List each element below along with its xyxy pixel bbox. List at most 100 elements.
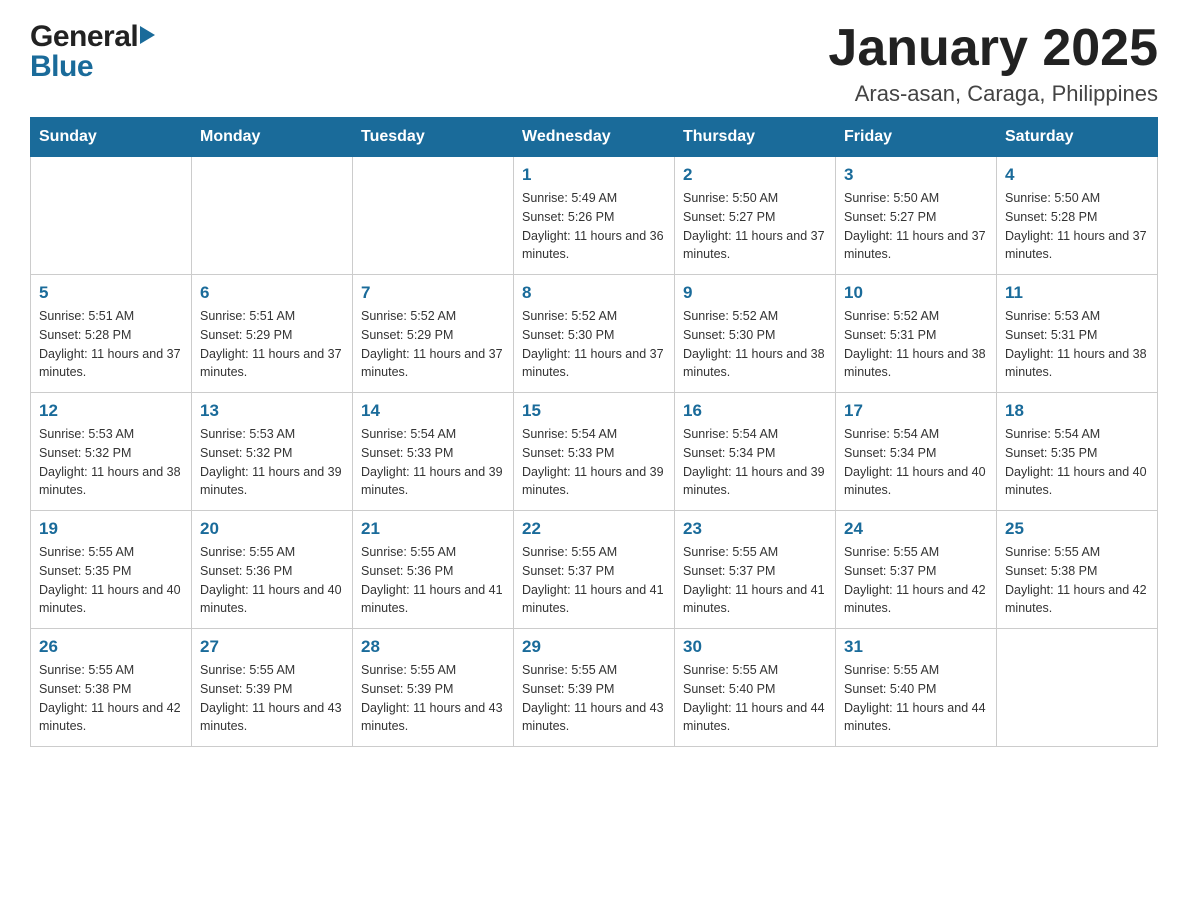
day-number: 4 [1005,165,1149,185]
day-info: Sunrise: 5:51 AM Sunset: 5:28 PM Dayligh… [39,307,183,382]
day-number: 27 [200,637,344,657]
day-info: Sunrise: 5:55 AM Sunset: 5:39 PM Dayligh… [361,661,505,736]
day-info: Sunrise: 5:52 AM Sunset: 5:31 PM Dayligh… [844,307,988,382]
calendar-cell: 25 Sunrise: 5:55 AM Sunset: 5:38 PM Dayli… [997,511,1158,629]
day-info: Sunrise: 5:55 AM Sunset: 5:38 PM Dayligh… [39,661,183,736]
day-number: 11 [1005,283,1149,303]
day-number: 16 [683,401,827,421]
day-header-monday: Monday [192,118,353,157]
calendar-title: January 2025 [828,20,1158,77]
day-info: Sunrise: 5:55 AM Sunset: 5:37 PM Dayligh… [844,543,988,618]
day-info: Sunrise: 5:54 AM Sunset: 5:34 PM Dayligh… [844,425,988,500]
day-info: Sunrise: 5:54 AM Sunset: 5:33 PM Dayligh… [522,425,666,500]
day-number: 6 [200,283,344,303]
logo: General Blue [30,20,155,84]
calendar-cell: 11 Sunrise: 5:53 AM Sunset: 5:31 PM Dayli… [997,275,1158,393]
day-number: 8 [522,283,666,303]
calendar-cell: 12 Sunrise: 5:53 AM Sunset: 5:32 PM Dayli… [31,393,192,511]
day-number: 26 [39,637,183,657]
calendar-cell: 14 Sunrise: 5:54 AM Sunset: 5:33 PM Dayli… [353,393,514,511]
calendar-cell: 16Sunrise: 5:54 AM Sunset: 5:34 PM Dayli… [675,393,836,511]
calendar-cell: 2Sunrise: 5:50 AM Sunset: 5:27 PM Daylig… [675,157,836,275]
calendar-cell: 27 Sunrise: 5:55 AM Sunset: 5:39 PM Dayli… [192,629,353,747]
calendar-cell: 6Sunrise: 5:51 AM Sunset: 5:29 PM Daylig… [192,275,353,393]
calendar-cell: 23 Sunrise: 5:55 AM Sunset: 5:37 PM Dayli… [675,511,836,629]
calendar-week-row: 19 Sunrise: 5:55 AM Sunset: 5:35 PM Dayli… [31,511,1158,629]
calendar-cell [997,629,1158,747]
day-header-sunday: Sunday [31,118,192,157]
day-info: Sunrise: 5:53 AM Sunset: 5:31 PM Dayligh… [1005,307,1149,382]
calendar-week-row: 5Sunrise: 5:51 AM Sunset: 5:28 PM Daylig… [31,275,1158,393]
day-info: Sunrise: 5:55 AM Sunset: 5:36 PM Dayligh… [200,543,344,618]
day-number: 24 [844,519,988,539]
day-info: Sunrise: 5:49 AM Sunset: 5:26 PM Dayligh… [522,189,666,264]
title-section: January 2025 Aras-asan, Caraga, Philippi… [828,20,1158,107]
calendar-cell: 30 Sunrise: 5:55 AM Sunset: 5:40 PM Dayli… [675,629,836,747]
calendar-cell: 5Sunrise: 5:51 AM Sunset: 5:28 PM Daylig… [31,275,192,393]
logo-general-text: General [30,20,138,54]
day-info: Sunrise: 5:55 AM Sunset: 5:39 PM Dayligh… [200,661,344,736]
day-info: Sunrise: 5:55 AM Sunset: 5:37 PM Dayligh… [683,543,827,618]
calendar-cell: 4 Sunrise: 5:50 AM Sunset: 5:28 PM Daylig… [997,157,1158,275]
day-number: 17 [844,401,988,421]
day-header-wednesday: Wednesday [514,118,675,157]
day-number: 28 [361,637,505,657]
calendar-cell: 15 Sunrise: 5:54 AM Sunset: 5:33 PM Dayli… [514,393,675,511]
day-info: Sunrise: 5:55 AM Sunset: 5:39 PM Dayligh… [522,661,666,736]
day-info: Sunrise: 5:55 AM Sunset: 5:38 PM Dayligh… [1005,543,1149,618]
calendar-subtitle: Aras-asan, Caraga, Philippines [828,81,1158,107]
day-number: 13 [200,401,344,421]
day-number: 18 [1005,401,1149,421]
calendar-cell: 19 Sunrise: 5:55 AM Sunset: 5:35 PM Dayli… [31,511,192,629]
calendar-cell: 8 Sunrise: 5:52 AM Sunset: 5:30 PM Daylig… [514,275,675,393]
calendar-cell: 13Sunrise: 5:53 AM Sunset: 5:32 PM Dayli… [192,393,353,511]
day-info: Sunrise: 5:53 AM Sunset: 5:32 PM Dayligh… [39,425,183,500]
calendar-cell: 20 Sunrise: 5:55 AM Sunset: 5:36 PM Dayli… [192,511,353,629]
day-info: Sunrise: 5:55 AM Sunset: 5:37 PM Dayligh… [522,543,666,618]
day-info: Sunrise: 5:52 AM Sunset: 5:30 PM Dayligh… [522,307,666,382]
day-number: 14 [361,401,505,421]
calendar-cell: 24 Sunrise: 5:55 AM Sunset: 5:37 PM Dayli… [836,511,997,629]
day-number: 20 [200,519,344,539]
day-info: Sunrise: 5:50 AM Sunset: 5:27 PM Dayligh… [844,189,988,264]
day-number: 2 [683,165,827,185]
day-number: 21 [361,519,505,539]
day-number: 23 [683,519,827,539]
day-info: Sunrise: 5:54 AM Sunset: 5:33 PM Dayligh… [361,425,505,500]
day-info: Sunrise: 5:50 AM Sunset: 5:28 PM Dayligh… [1005,189,1149,264]
day-number: 10 [844,283,988,303]
calendar-week-row: 26 Sunrise: 5:55 AM Sunset: 5:38 PM Dayli… [31,629,1158,747]
day-number: 1 [522,165,666,185]
calendar-cell: 22Sunrise: 5:55 AM Sunset: 5:37 PM Dayli… [514,511,675,629]
day-header-friday: Friday [836,118,997,157]
day-number: 29 [522,637,666,657]
day-number: 3 [844,165,988,185]
day-info: Sunrise: 5:55 AM Sunset: 5:40 PM Dayligh… [844,661,988,736]
day-number: 15 [522,401,666,421]
day-number: 12 [39,401,183,421]
day-info: Sunrise: 5:55 AM Sunset: 5:36 PM Dayligh… [361,543,505,618]
calendar-cell [31,157,192,275]
calendar-cell: 26 Sunrise: 5:55 AM Sunset: 5:38 PM Dayli… [31,629,192,747]
calendar-cell: 29 Sunrise: 5:55 AM Sunset: 5:39 PM Dayli… [514,629,675,747]
calendar-header-row: SundayMondayTuesdayWednesdayThursdayFrid… [31,118,1158,157]
day-header-tuesday: Tuesday [353,118,514,157]
day-info: Sunrise: 5:52 AM Sunset: 5:30 PM Dayligh… [683,307,827,382]
calendar-cell: 9 Sunrise: 5:52 AM Sunset: 5:30 PM Daylig… [675,275,836,393]
calendar-cell: 7Sunrise: 5:52 AM Sunset: 5:29 PM Daylig… [353,275,514,393]
day-number: 31 [844,637,988,657]
calendar-cell: 21 Sunrise: 5:55 AM Sunset: 5:36 PM Dayli… [353,511,514,629]
day-number: 25 [1005,519,1149,539]
calendar-cell: 1 Sunrise: 5:49 AM Sunset: 5:26 PM Daylig… [514,157,675,275]
calendar-cell [353,157,514,275]
day-number: 9 [683,283,827,303]
calendar-cell [192,157,353,275]
day-info: Sunrise: 5:55 AM Sunset: 5:40 PM Dayligh… [683,661,827,736]
day-number: 30 [683,637,827,657]
calendar-cell: 10 Sunrise: 5:52 AM Sunset: 5:31 PM Dayli… [836,275,997,393]
day-info: Sunrise: 5:52 AM Sunset: 5:29 PM Dayligh… [361,307,505,382]
calendar-cell: 18Sunrise: 5:54 AM Sunset: 5:35 PM Dayli… [997,393,1158,511]
day-number: 19 [39,519,183,539]
day-header-thursday: Thursday [675,118,836,157]
day-info: Sunrise: 5:55 AM Sunset: 5:35 PM Dayligh… [39,543,183,618]
